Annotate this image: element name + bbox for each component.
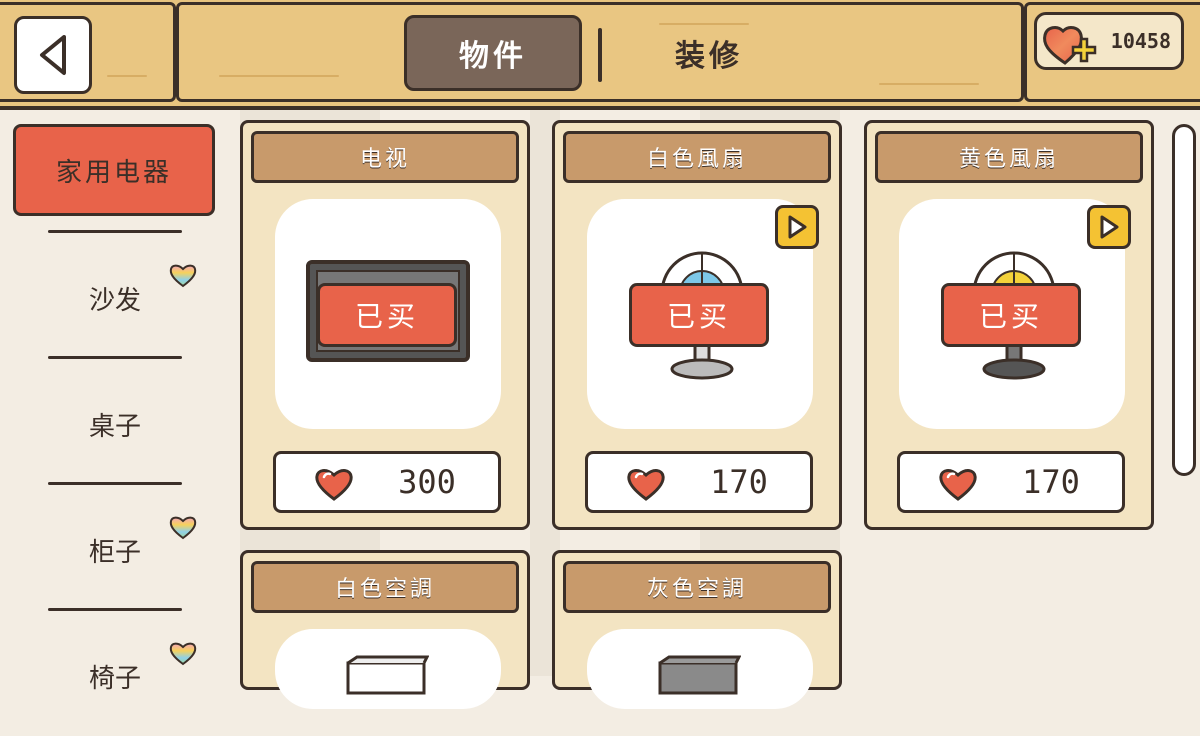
scrollbar[interactable]: [1172, 124, 1196, 476]
price-tag: 300: [273, 451, 501, 513]
rainbow-heart-icon: [169, 642, 197, 666]
item-image: [587, 629, 813, 709]
price-tag: 170: [897, 451, 1125, 513]
tab-decoration[interactable]: 装修: [620, 15, 798, 91]
category-sidebar: 家用电器 沙发 桌子 柜子 椅子: [0, 110, 230, 694]
item-card[interactable]: 电视 已买 300: [240, 120, 530, 530]
tab-divider: [598, 28, 602, 82]
price-value: 170: [710, 463, 768, 501]
bought-button[interactable]: 已买: [629, 283, 769, 347]
back-button[interactable]: [14, 16, 92, 94]
white-ac-icon: [346, 655, 429, 695]
heart-icon: [939, 469, 977, 501]
gray-ac-icon: [658, 655, 741, 695]
item-card[interactable]: 黄色風扇 已买 170: [864, 120, 1154, 530]
category-chair[interactable]: 椅子: [48, 616, 182, 736]
play-icon: [1100, 215, 1119, 239]
item-card[interactable]: 白色空調: [240, 550, 530, 709]
category-divider: [48, 482, 182, 485]
preview-play-button[interactable]: [775, 205, 819, 249]
price-tag: 170: [585, 451, 813, 513]
item-name: 电视: [251, 131, 519, 183]
item-name: 白色空調: [251, 561, 519, 613]
item-card[interactable]: 灰色空調: [552, 550, 842, 709]
category-divider: [48, 356, 182, 359]
item-image: [275, 629, 501, 709]
item-card[interactable]: 白色風扇 已买 170: [552, 120, 842, 530]
category-cabinet[interactable]: 柜子: [48, 490, 182, 610]
top-bar: 物件 装修 10458: [0, 0, 1200, 110]
bought-button[interactable]: 已买: [941, 283, 1081, 347]
rainbow-heart-plus-icon: [1043, 26, 1097, 65]
bought-button[interactable]: 已买: [317, 283, 457, 347]
currency-amount: 10458: [1110, 29, 1171, 53]
heart-icon: [315, 469, 353, 501]
item-name: 白色風扇: [563, 131, 831, 183]
category-table[interactable]: 桌子: [48, 364, 182, 484]
play-icon: [788, 215, 807, 239]
category-divider: [48, 608, 182, 611]
price-value: 170: [1022, 463, 1080, 501]
tab-items[interactable]: 物件: [404, 15, 582, 91]
preview-play-button[interactable]: [1087, 205, 1131, 249]
back-arrow-icon: [40, 35, 66, 75]
price-value: 300: [398, 463, 456, 501]
rainbow-heart-icon: [169, 516, 197, 540]
item-name: 黄色風扇: [875, 131, 1143, 183]
heart-icon: [627, 469, 665, 501]
heart-currency[interactable]: 10458: [1034, 12, 1184, 70]
category-divider: [48, 230, 182, 233]
category-home-appliances[interactable]: 家用电器: [13, 124, 215, 216]
rainbow-heart-icon: [169, 264, 197, 288]
category-sofa[interactable]: 沙发: [48, 238, 182, 358]
item-name: 灰色空調: [563, 561, 831, 613]
